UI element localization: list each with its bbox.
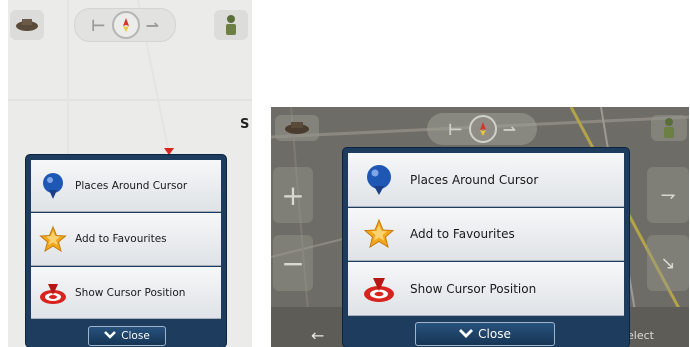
target-icon [31, 280, 75, 306]
close-button[interactable]: Close [415, 322, 555, 346]
person-button[interactable] [214, 10, 248, 40]
star-icon [348, 218, 410, 250]
menu-item-label: Places Around Cursor [75, 179, 188, 192]
person-button[interactable] [651, 115, 687, 141]
menu-item-label: Add to Favourites [75, 233, 167, 245]
menu-item-label: Show Cursor Position [410, 281, 537, 296]
star-icon [31, 225, 75, 253]
back-arrow-icon[interactable]: ← [311, 326, 324, 345]
tilt-down-button[interactable]: ↘ [647, 235, 689, 291]
menu-item-places-around-cursor[interactable]: Places Around Cursor [348, 153, 624, 207]
blue-pin-icon [31, 172, 75, 200]
select-label[interactable]: elect [627, 329, 654, 342]
menu-item-label: Show Cursor Position [75, 286, 186, 299]
menu-item-label: Add to Favourites [410, 227, 515, 241]
left-screenshot: ⊢ ⇀ S Places Around Cursor Add to Favour… [8, 0, 252, 347]
menu-item-places-around-cursor[interactable]: Places Around Cursor [31, 160, 221, 212]
chevron-down-icon [459, 327, 474, 341]
compass-icon [468, 115, 497, 143]
compass-icon [111, 11, 140, 39]
zoom-in-button[interactable]: + [273, 167, 313, 223]
menu-item-add-to-favourites[interactable]: Add to Favourites [348, 208, 624, 261]
person-icon [664, 118, 674, 138]
close-button[interactable]: Close [88, 326, 166, 346]
context-menu: Places Around Cursor Add to Favourites S… [343, 148, 629, 347]
right-screenshot: ⊢ ⇀ + − ⇁ ↘ ← elect Places Around Cursor… [271, 107, 689, 347]
view-mode-button[interactable] [275, 115, 319, 141]
context-menu: Places Around Cursor Add to Favourites S… [26, 155, 226, 347]
compass-bar[interactable]: ⊢ ⇀ [74, 8, 176, 42]
target-icon [348, 274, 410, 304]
cursor-marker [164, 148, 174, 155]
person-icon [226, 15, 236, 35]
chevron-down-icon [104, 330, 117, 342]
view-mode-button[interactable] [10, 10, 44, 40]
menu-item-add-to-favourites[interactable]: Add to Favourites [31, 213, 221, 266]
zoom-out-button[interactable]: − [273, 235, 313, 291]
close-label: Close [121, 330, 150, 342]
left-turn-icon: ⊢ [90, 15, 106, 35]
close-label: Close [478, 327, 511, 341]
menu-item-label: Places Around Cursor [410, 172, 539, 187]
compass-bar[interactable]: ⊢ ⇀ [427, 113, 537, 145]
blue-pin-icon [348, 164, 410, 196]
rotate-right-button[interactable]: ⇁ [647, 167, 689, 223]
menu-item-show-cursor-position[interactable]: Show Cursor Position [348, 262, 624, 316]
car-icon [285, 122, 309, 134]
right-turn-icon: ⇀ [502, 119, 517, 139]
map-partial-label: S [240, 117, 250, 132]
right-turn-icon: ⇀ [145, 15, 160, 35]
menu-item-show-cursor-position[interactable]: Show Cursor Position [31, 267, 221, 319]
car-icon [16, 19, 38, 31]
left-turn-icon: ⊢ [447, 119, 463, 139]
